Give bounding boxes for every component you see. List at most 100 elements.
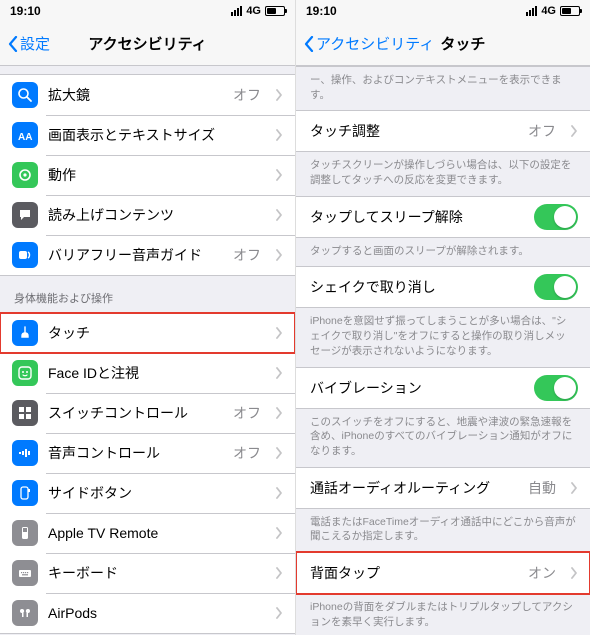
faceid-icon bbox=[12, 360, 38, 386]
nav-bar: アクセシビリティ タッチ bbox=[296, 22, 590, 66]
row-spoken-content[interactable]: 読み上げコンテンツ bbox=[0, 195, 295, 235]
chevron-right-icon bbox=[275, 367, 283, 379]
row-call-audio-routing[interactable]: 通話オーディオルーティング 自動 bbox=[296, 468, 590, 508]
content-scroll: ー、操作、およびコンテキストメニューを表示できます。 タッチ調整 オフ タッチス… bbox=[296, 66, 590, 635]
chevron-right-icon bbox=[275, 527, 283, 539]
voice-control-icon bbox=[12, 440, 38, 466]
chevron-right-icon bbox=[570, 567, 578, 579]
row-label: タッチ bbox=[48, 323, 265, 343]
nav-bar: 設定 アクセシビリティ bbox=[0, 22, 295, 66]
row-label: スイッチコントロール bbox=[48, 403, 223, 423]
row-label: 拡大鏡 bbox=[48, 85, 223, 105]
row-label: タップしてスリープ解除 bbox=[310, 207, 524, 227]
back-button[interactable]: 設定 bbox=[8, 33, 50, 54]
row-value: オフ bbox=[233, 443, 261, 463]
row-value: オフ bbox=[233, 245, 261, 265]
group-tap-wake: タップしてスリープ解除 bbox=[296, 196, 590, 238]
textsize-icon: AA bbox=[12, 122, 38, 148]
back-label: アクセシビリティ bbox=[316, 33, 434, 54]
footer-back-tap: iPhoneの背面をダブルまたはトリプルタップしてアクションを素早く実行します。 bbox=[296, 594, 590, 635]
chevron-right-icon bbox=[275, 607, 283, 619]
phone-right: 19:10 4G アクセシビリティ タッチ ー、操作、およびコンテキストメニュー… bbox=[295, 0, 590, 635]
row-back-tap[interactable]: 背面タップ オン bbox=[296, 553, 590, 593]
footer-vibration: このスイッチをオフにすると、地震や津波の緊急速報を含め、iPhoneのすべてのバ… bbox=[296, 409, 590, 467]
row-faceid[interactable]: Face IDと注視 bbox=[0, 353, 295, 393]
row-label: AirPods bbox=[48, 605, 265, 621]
chevron-right-icon bbox=[275, 209, 283, 221]
chevron-left-icon bbox=[304, 36, 314, 52]
row-label: 音声コントロール bbox=[48, 443, 223, 463]
row-label: バイブレーション bbox=[310, 378, 524, 398]
chevron-right-icon bbox=[275, 249, 283, 261]
chevron-right-icon bbox=[275, 447, 283, 459]
chevron-right-icon bbox=[275, 407, 283, 419]
row-label: 動作 bbox=[48, 165, 265, 185]
row-label: シェイクで取り消し bbox=[310, 277, 524, 297]
settings-group-physical: タッチ Face IDと注視 スイッチコントロール オフ bbox=[0, 312, 295, 634]
row-audio-descriptions[interactable]: バリアフリー音声ガイド オフ bbox=[0, 235, 295, 275]
row-voice-control[interactable]: 音声コントロール オフ bbox=[0, 433, 295, 473]
group-vibration: バイブレーション bbox=[296, 367, 590, 409]
row-value: オフ bbox=[233, 85, 261, 105]
page-title: アクセシビリティ bbox=[88, 33, 206, 54]
svg-text:AA: AA bbox=[18, 132, 32, 143]
footer-touch-accom: タッチスクリーンが操作しづらい場合は、以下の設定を調整してタッチへの反応を変更で… bbox=[296, 152, 590, 195]
chevron-right-icon bbox=[275, 327, 283, 339]
status-time: 19:10 bbox=[10, 4, 41, 18]
footer-call-audio: 電話またはFaceTimeオーディオ通話中にどこから音声が聞こえるか指定します。 bbox=[296, 509, 590, 552]
chevron-left-icon bbox=[8, 36, 18, 52]
switch-control-icon bbox=[12, 400, 38, 426]
toggle-tap-to-wake[interactable] bbox=[534, 204, 578, 230]
group-back-tap: 背面タップ オン bbox=[296, 552, 590, 594]
row-label: バリアフリー音声ガイド bbox=[48, 245, 223, 265]
row-value: 自動 bbox=[528, 478, 556, 498]
row-label: Apple TV Remote bbox=[48, 525, 265, 541]
signal-icon bbox=[526, 6, 537, 16]
row-label: Face IDと注視 bbox=[48, 363, 265, 383]
row-label: タッチ調整 bbox=[310, 121, 518, 141]
motion-icon bbox=[12, 162, 38, 188]
row-motion[interactable]: 動作 bbox=[0, 155, 295, 195]
appletv-remote-icon bbox=[12, 520, 38, 546]
row-airpods[interactable]: AirPods bbox=[0, 593, 295, 633]
row-value: オフ bbox=[528, 121, 556, 141]
row-display-text[interactable]: AA 画面表示とテキストサイズ bbox=[0, 115, 295, 155]
row-vibration[interactable]: バイブレーション bbox=[296, 368, 590, 408]
keyboard-icon bbox=[12, 560, 38, 586]
toggle-vibration[interactable] bbox=[534, 375, 578, 401]
signal-icon bbox=[231, 6, 242, 16]
chevron-right-icon bbox=[275, 567, 283, 579]
back-label: 設定 bbox=[20, 33, 50, 54]
chevron-right-icon bbox=[275, 89, 283, 101]
row-keyboards[interactable]: キーボード bbox=[0, 553, 295, 593]
row-magnifier[interactable]: 拡大鏡 オフ bbox=[0, 75, 295, 115]
row-label: サイドボタン bbox=[48, 483, 265, 503]
battery-icon bbox=[560, 6, 580, 16]
row-value: オフ bbox=[233, 403, 261, 423]
footer-shake-undo: iPhoneを意図せず振ってしまうことが多い場合は、"シェイクで取り消し"をオフ… bbox=[296, 308, 590, 366]
row-label: 読み上げコンテンツ bbox=[48, 205, 265, 225]
content-scroll: 拡大鏡 オフ AA 画面表示とテキストサイズ 動作 bbox=[0, 66, 295, 635]
row-label: 画面表示とテキストサイズ bbox=[48, 125, 265, 145]
row-switch-control[interactable]: スイッチコントロール オフ bbox=[0, 393, 295, 433]
back-button[interactable]: アクセシビリティ bbox=[304, 33, 434, 54]
status-bar: 19:10 4G bbox=[0, 0, 295, 22]
toggle-shake-to-undo[interactable] bbox=[534, 274, 578, 300]
network-label: 4G bbox=[541, 5, 556, 17]
row-value: オン bbox=[528, 563, 556, 583]
row-touch[interactable]: タッチ bbox=[0, 313, 295, 353]
battery-icon bbox=[265, 6, 285, 16]
network-label: 4G bbox=[246, 5, 261, 17]
row-apple-tv-remote[interactable]: Apple TV Remote bbox=[0, 513, 295, 553]
row-shake-to-undo[interactable]: シェイクで取り消し bbox=[296, 267, 590, 307]
footer-tap-wake: タップすると画面のスリープが解除されます。 bbox=[296, 238, 590, 267]
magnifier-icon bbox=[12, 82, 38, 108]
page-title: タッチ bbox=[440, 33, 485, 54]
section-header-physical: 身体機能および操作 bbox=[0, 276, 295, 312]
touch-icon bbox=[12, 320, 38, 346]
row-touch-accommodations[interactable]: タッチ調整 オフ bbox=[296, 111, 590, 151]
row-tap-to-wake[interactable]: タップしてスリープ解除 bbox=[296, 197, 590, 237]
airpods-icon bbox=[12, 600, 38, 626]
status-bar: 19:10 4G bbox=[296, 0, 590, 22]
row-side-button[interactable]: サイドボタン bbox=[0, 473, 295, 513]
